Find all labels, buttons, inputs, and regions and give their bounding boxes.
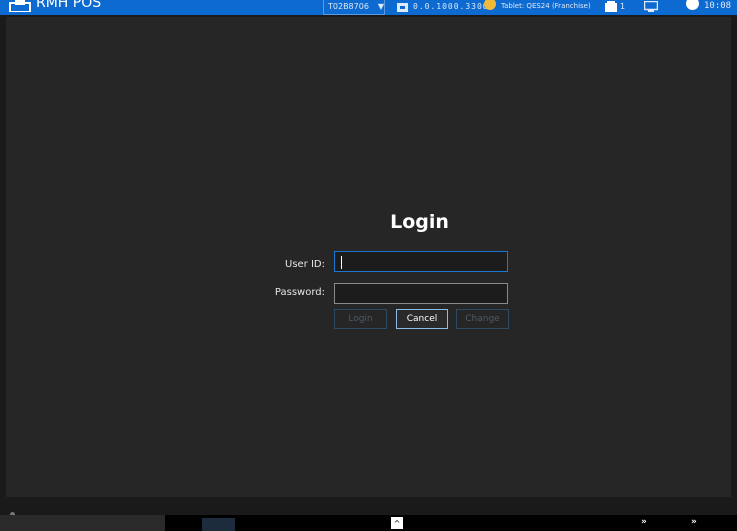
- terminal-selector[interactable]: T02B8706 ▼: [323, 0, 385, 15]
- printer-icon[interactable]: [397, 1, 408, 12]
- clock-time: 10:08: [704, 1, 732, 11]
- chevron-down-icon: ▼: [377, 1, 385, 11]
- bottom-bar: ^ » »: [0, 515, 737, 531]
- more-icon[interactable]: »: [641, 517, 647, 527]
- more-icon[interactable]: »: [691, 517, 697, 527]
- user-info: Tablet: QES24 (Franchise): [501, 2, 591, 10]
- cart-count: 1: [620, 1, 626, 11]
- login-button[interactable]: Login: [334, 309, 387, 329]
- cancel-button[interactable]: Cancel: [396, 309, 448, 329]
- title-bar: RMH POS T02B8706 ▼ 0.0.1000.33001 Tablet…: [0, 0, 737, 15]
- cart-icon[interactable]: [605, 1, 617, 12]
- password-field[interactable]: [334, 283, 508, 304]
- login-title: Login: [390, 211, 449, 233]
- password-label: Password:: [274, 287, 325, 298]
- scroll-up-button[interactable]: ^: [391, 517, 403, 529]
- app-logo-icon: [9, 0, 31, 12]
- userid-field[interactable]: [334, 251, 508, 272]
- userid-label: User ID:: [285, 259, 325, 270]
- text-caret: [341, 256, 342, 269]
- ip-address: 0.0.1000.33001: [413, 1, 495, 11]
- change-button[interactable]: Change: [456, 309, 509, 329]
- app-shortcut-icon[interactable]: [202, 518, 235, 531]
- app-title: RMH POS: [36, 0, 102, 11]
- status-area: [0, 515, 165, 531]
- terminal-id: T02B8706: [328, 1, 369, 11]
- clock-icon: [686, 0, 699, 10]
- display-icon[interactable]: [644, 1, 658, 12]
